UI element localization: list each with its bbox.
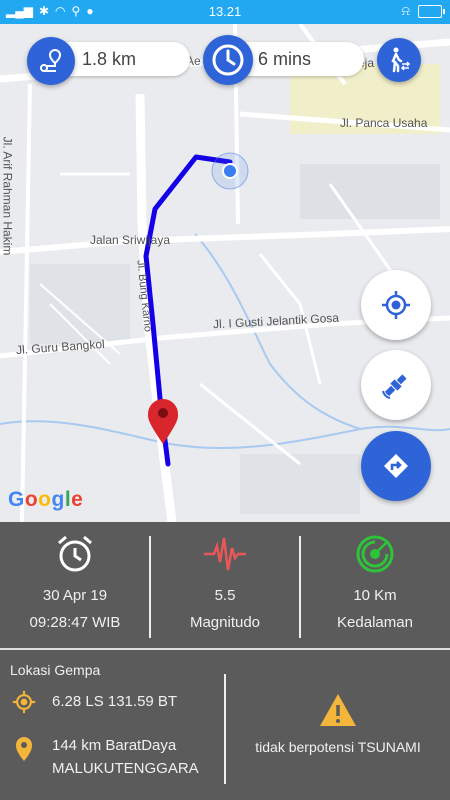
radar-icon	[356, 535, 394, 573]
street-label-sriwijaya: Jalan Sriwijaya	[90, 233, 171, 247]
bell-off-icon: ⍾	[401, 3, 410, 18]
depth-label: Kedalaman	[337, 614, 413, 631]
place-line-1: 144 km BaratDaya	[52, 737, 177, 754]
earthquake-info-panel: 30 Apr 19 09:28:47 WIB 5.5 Magnitudo 10 …	[0, 522, 450, 800]
battery-icon	[418, 4, 445, 18]
gps-icon	[382, 291, 410, 319]
travel-mode-button[interactable]	[377, 38, 421, 82]
place-row: 144 km BaratDaya MALUKUTENGGARA	[10, 734, 199, 780]
location-title: Lokasi Gempa	[10, 662, 101, 678]
coordinates-row: 6.28 LS 131.59 BT	[10, 690, 177, 714]
destination-marker-icon[interactable]	[148, 399, 178, 444]
magnitude-column: 5.5 Magnitudo	[150, 534, 300, 631]
tsunami-status: tidak berpotensi TSUNAMI	[255, 739, 421, 755]
divider	[0, 648, 450, 650]
distance-value: 1.8 km	[82, 48, 137, 69]
my-location-button[interactable]	[361, 270, 431, 340]
duration-value: 6 mins	[258, 48, 312, 69]
street-label-arif: Jl. Arif Rahman Hakim	[0, 136, 15, 256]
magnitude-value: 5.5	[214, 587, 236, 604]
current-location-dot	[222, 163, 238, 179]
datetime-column: 30 Apr 19 09:28:47 WIB	[0, 534, 150, 631]
duration-button[interactable]	[203, 35, 253, 85]
route-distance-button[interactable]	[27, 37, 75, 85]
crosshair-icon	[12, 690, 36, 714]
warning-icon	[320, 694, 356, 726]
depth-value: 10 Km	[353, 587, 397, 604]
location-pin-icon	[16, 737, 32, 761]
google-logo: Google	[8, 488, 84, 511]
clock-icon	[212, 44, 244, 76]
status-time: 13.21	[208, 4, 242, 19]
street-label-panca: Jl. Panca Usaha	[340, 116, 428, 130]
tsunami-section: tidak berpotensi TSUNAMI	[226, 692, 450, 755]
walking-icon	[391, 47, 411, 73]
seismograph-icon	[204, 537, 246, 571]
directions-icon	[384, 454, 408, 478]
coordinates-text: 6.28 LS 131.59 BT	[52, 693, 178, 710]
event-date: 30 Apr 19	[42, 587, 108, 604]
directions-button[interactable]	[361, 431, 431, 501]
depth-column: 10 Km Kedalaman	[300, 534, 450, 631]
status-bar: ▂▄▆ ✱ ◠ ⚲ ● 13.21 ⍾	[0, 0, 450, 24]
event-time: 09:28:47 WIB	[29, 614, 121, 631]
alarm-clock-icon	[58, 535, 92, 572]
satellite-button[interactable]	[361, 350, 431, 420]
route-icon	[40, 48, 62, 72]
status-icons-right: ⍾	[401, 3, 445, 19]
satellite-icon	[382, 374, 407, 399]
place-line-2: MALUKUTENGGARA	[52, 760, 199, 777]
map-view[interactable]: Jl. Arif Rahman Hakim Jl. Panca Usaha Ja…	[0, 24, 450, 522]
magnitude-label: Magnitudo	[189, 614, 261, 631]
